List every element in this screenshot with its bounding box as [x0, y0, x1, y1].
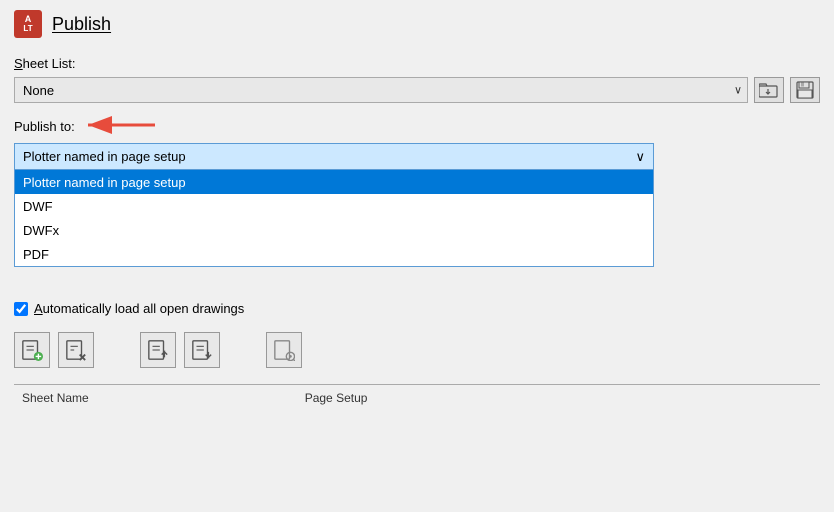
add-sheet-icon: [21, 339, 43, 361]
folder-import-icon: [759, 82, 779, 98]
dropdown-list: Plotter named in page setup DWF DWFx PDF: [14, 169, 654, 267]
sheet-list-row: None ∨: [14, 77, 820, 103]
column-sheet-name: Sheet Name: [14, 389, 97, 407]
auto-load-checkbox[interactable]: [14, 302, 28, 316]
publish-dialog: ALT Publish Sheet List: None ∨: [0, 0, 834, 512]
remove-sheet-icon: [65, 339, 87, 361]
save-icon: [796, 81, 814, 99]
publish-to-label-row: Publish to:: [14, 115, 820, 137]
title-bar: ALT Publish: [0, 0, 834, 46]
app-icon: ALT: [14, 10, 42, 38]
sheet-list-label: Sheet List:: [14, 56, 820, 71]
auto-load-label: Automatically load all open drawings: [34, 301, 244, 316]
save-sheet-list-button[interactable]: [790, 77, 820, 103]
move-up-button[interactable]: [140, 332, 176, 368]
dropdown-item-dwfx[interactable]: DWFx: [15, 218, 653, 242]
dropdown-item-pdf[interactable]: PDF: [15, 242, 653, 266]
preview-button[interactable]: [266, 332, 302, 368]
add-sheet-button[interactable]: [14, 332, 50, 368]
dialog-content: Sheet List: None ∨: [0, 46, 834, 411]
load-sheet-list-button[interactable]: [754, 77, 784, 103]
toolbar-row: [14, 326, 820, 374]
dropdown-item-dwf[interactable]: DWF: [15, 194, 653, 218]
column-page-setup: Page Setup: [297, 389, 376, 407]
sheet-list-select-wrapper: None ∨: [14, 77, 748, 103]
dropdown-item-plotter[interactable]: Plotter named in page setup: [15, 170, 653, 194]
dropdown-chevron-icon: ∨: [635, 149, 645, 165]
remove-sheet-button[interactable]: [58, 332, 94, 368]
move-up-icon: [147, 339, 169, 361]
move-down-button[interactable]: [184, 332, 220, 368]
table-header: Sheet Name Page Setup: [14, 384, 820, 411]
preview-icon: [273, 339, 295, 361]
move-down-icon: [191, 339, 213, 361]
dropdown-selected-value: Plotter named in page setup: [23, 149, 186, 164]
red-arrow-indicator: [80, 113, 160, 137]
auto-load-row: Automatically load all open drawings: [14, 301, 820, 316]
sheet-list-select[interactable]: None: [14, 77, 748, 103]
dialog-title: Publish: [52, 14, 111, 35]
dropdown-header[interactable]: Plotter named in page setup ∨: [14, 143, 654, 169]
publish-to-dropdown[interactable]: Plotter named in page setup ∨ Plotter na…: [14, 143, 654, 169]
